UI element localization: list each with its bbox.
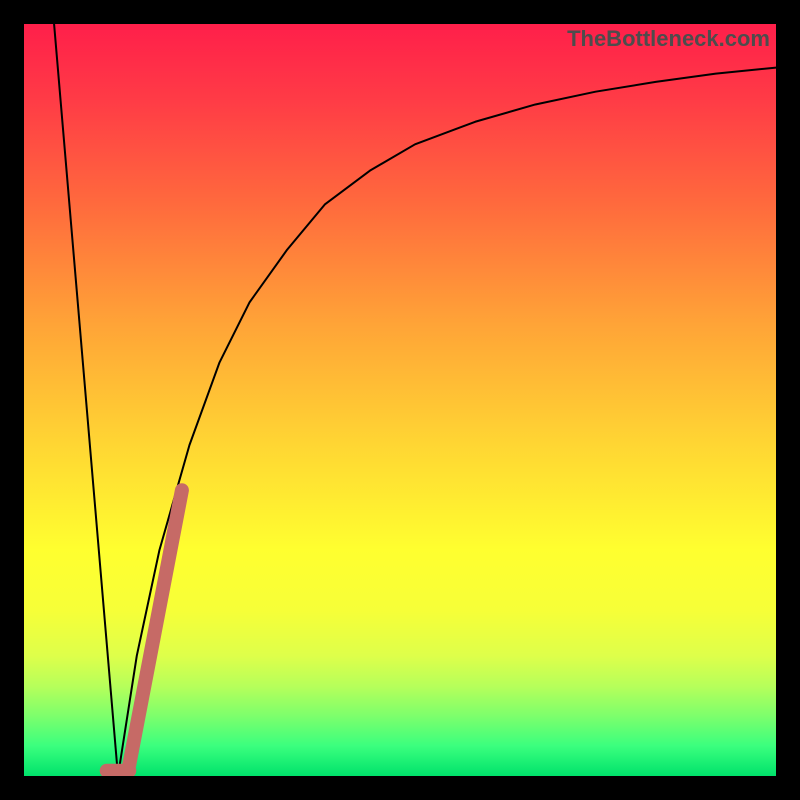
chart-svg: [24, 24, 776, 776]
chart-frame: TheBottleneck.com: [0, 0, 800, 800]
series-right-curve: [118, 68, 776, 776]
plot-area: TheBottleneck.com: [24, 24, 776, 776]
series-left-line: [54, 24, 118, 776]
watermark-text: TheBottleneck.com: [567, 26, 770, 52]
series-pink-segment: [129, 490, 182, 764]
